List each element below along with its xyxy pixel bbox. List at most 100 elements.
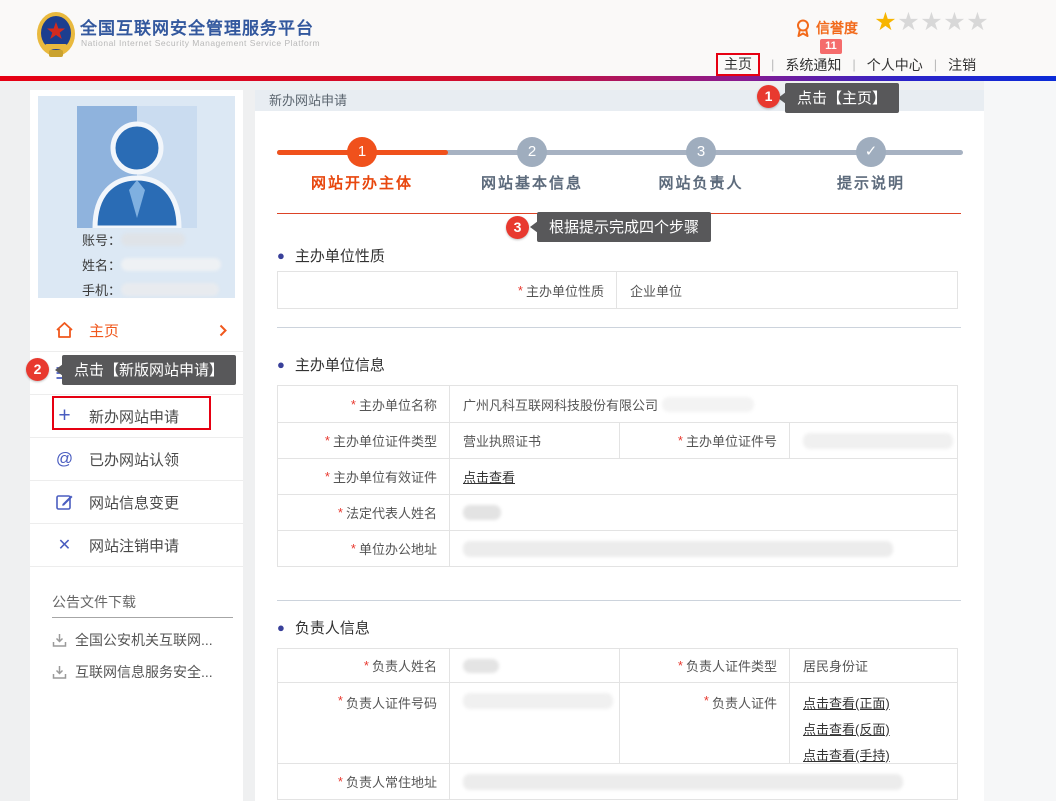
legal-name-redacted [463,505,501,520]
account-value-redacted [121,233,185,246]
edit-icon [55,493,74,511]
office-addr-redacted [463,541,893,557]
field-label-org-nature: * 主办单位性质 [278,272,616,308]
field-value-manager-id-no [449,682,619,763]
phone-label: 手机： [82,280,121,299]
field-value-manager-id-type: 居民身份证 [789,649,957,682]
field-value-cert-type: 营业执照证书 [449,422,619,458]
section-title: 负责人信息 [295,617,370,638]
org-name-redacted [662,397,754,412]
sidebar-item-label: 已办网站认领 [89,449,179,470]
annotation-step2-tooltip: 点击【新版网站申请】 [62,355,236,385]
field-value-legal-name [449,494,957,530]
sidebar-menu: 主页 + 新办网站申请 @ 已办网站认领 网站信息变更 ✕ [30,309,243,567]
download-item-label: 全国公安机关互联网... [75,630,213,650]
annotation-step3-tooltip: 根据提示完成四个步骤 [537,212,711,242]
nav-system-notice[interactable]: 系统通知 [785,55,841,75]
header-gradient-divider [0,76,1056,81]
field-label-cert-no: * 主办单位证件号 [619,422,789,458]
sidebar-item-label: 网站注销申请 [89,535,179,556]
view-cert-link[interactable]: 点击查看 [463,467,515,486]
star-icon: ★ [920,8,943,36]
profile-name-row: 姓名： [82,255,221,274]
name-value-redacted [121,258,221,271]
top-navigation: 主页 | 系统通知 | 个人中心 | 注销 [716,53,976,76]
reputation-label: 信誉度 [816,18,858,38]
section-divider [277,327,961,328]
nav-separator: | [771,57,774,72]
cert-no-redacted [803,433,953,449]
download-item[interactable]: 全国公安机关互联网... [52,630,213,650]
sidebar-item-claim-website[interactable]: @ 已办网站认领 [30,438,243,481]
step-circle-3: 3 [686,137,716,167]
nav-separator: | [852,57,855,72]
sidebar: 账号： 姓名： 手机： 主页 + [30,90,243,801]
sidebar-item-change-website-info[interactable]: 网站信息变更 [30,481,243,524]
notification-count-badge: 11 [820,39,842,54]
download-icon [52,665,67,680]
field-value-office-addr [449,530,957,566]
field-value-cert-doc: 点击查看 [449,458,957,494]
nav-logout[interactable]: 注销 [948,55,976,75]
sidebar-item-label: 主页 [89,320,119,341]
account-label: 账号： [82,230,121,249]
downloads-section-title: 公告文件下载 [52,592,136,612]
star-icon: ★ [943,8,966,36]
section-title: 主办单位信息 [295,354,385,375]
nav-personal-center[interactable]: 个人中心 [867,55,923,75]
field-label-manager-id-type: * 负责人证件类型 [619,649,789,682]
sidebar-item-new-website-application[interactable]: + 新办网站申请 [30,395,243,438]
section-header-org-info: ● 主办单位信息 [277,354,385,375]
medal-icon [795,19,811,37]
app-header: 全国互联网安全管理服务平台 National Internet Security… [0,0,1056,76]
plus-icon: + [55,404,74,428]
reputation: 信誉度 [795,18,858,38]
section-header-org-nature: ● 主办单位性质 [277,245,385,266]
chevron-right-icon [219,324,227,337]
bullet-icon: ● [277,358,285,371]
section-divider [277,600,961,601]
star-icon: ★ [966,8,989,36]
manager-name-redacted [463,659,499,673]
annotation-step2-badge: 2 [26,358,49,381]
field-value-org-name: 广州凡科互联网科技股份有限公司 [449,386,957,422]
star-icon: ★ [897,8,920,36]
phone-value-redacted [121,283,219,296]
manager-info-table: * 负责人姓名 * 负责人证件类型 居民身份证 * 负责人证件号码 * 负责人证… [277,648,958,800]
nav-home[interactable]: 主页 [716,53,760,76]
download-item[interactable]: 互联网信息服务安全... [52,662,213,682]
field-value-manager-id-doc: 点击查看(正面) 点击查看(反面) 点击查看(手持) [789,682,957,763]
sidebar-item-label: 网站信息变更 [89,492,179,513]
profile-phone-row: 手机： [82,280,219,299]
view-id-hold-link[interactable]: 点击查看(手持) [803,745,890,763]
reputation-stars: ★ ★ ★ ★ ★ [874,8,989,36]
step-circle-4-check: ✓ [856,137,886,167]
home-icon [55,321,74,339]
sidebar-item-label: 新办网站申请 [89,406,179,427]
org-nature-table: * 主办单位性质 企业单位 [277,271,958,309]
annotation-step1-tooltip: 点击【主页】 [785,83,899,113]
step-label-1: 网站开办主体 [292,172,432,193]
profile-account-row: 账号： [82,230,185,249]
main-panel: 新办网站申请 1 2 3 ✓ 网站开办主体 网站基本信息 网站负责人 提示说明 … [255,90,984,801]
downloads-divider [52,617,233,618]
view-id-front-link[interactable]: 点击查看(正面) [803,693,890,712]
field-label-manager-name: * 负责人姓名 [278,649,449,682]
sidebar-item-cancel-website[interactable]: ✕ 网站注销申请 [30,524,243,567]
bullet-icon: ● [277,249,285,262]
field-value-cert-no [789,422,957,458]
download-icon [52,633,67,648]
police-emblem-logo [36,8,76,60]
manager-addr-redacted [463,774,903,790]
sidebar-item-home[interactable]: 主页 [30,309,243,352]
manager-id-no-redacted [463,693,613,709]
app-title: 全国互联网安全管理服务平台 [80,14,314,39]
field-value-manager-addr [449,763,957,799]
view-id-back-link[interactable]: 点击查看(反面) [803,719,890,738]
field-value-manager-name [449,649,619,682]
annotation-step1-badge: 1 [757,85,780,108]
name-label: 姓名： [82,255,121,274]
field-label-cert-doc: * 主办单位有效证件 [278,458,449,494]
step-circle-2: 2 [517,137,547,167]
section-header-manager-info: ● 负责人信息 [277,617,370,638]
